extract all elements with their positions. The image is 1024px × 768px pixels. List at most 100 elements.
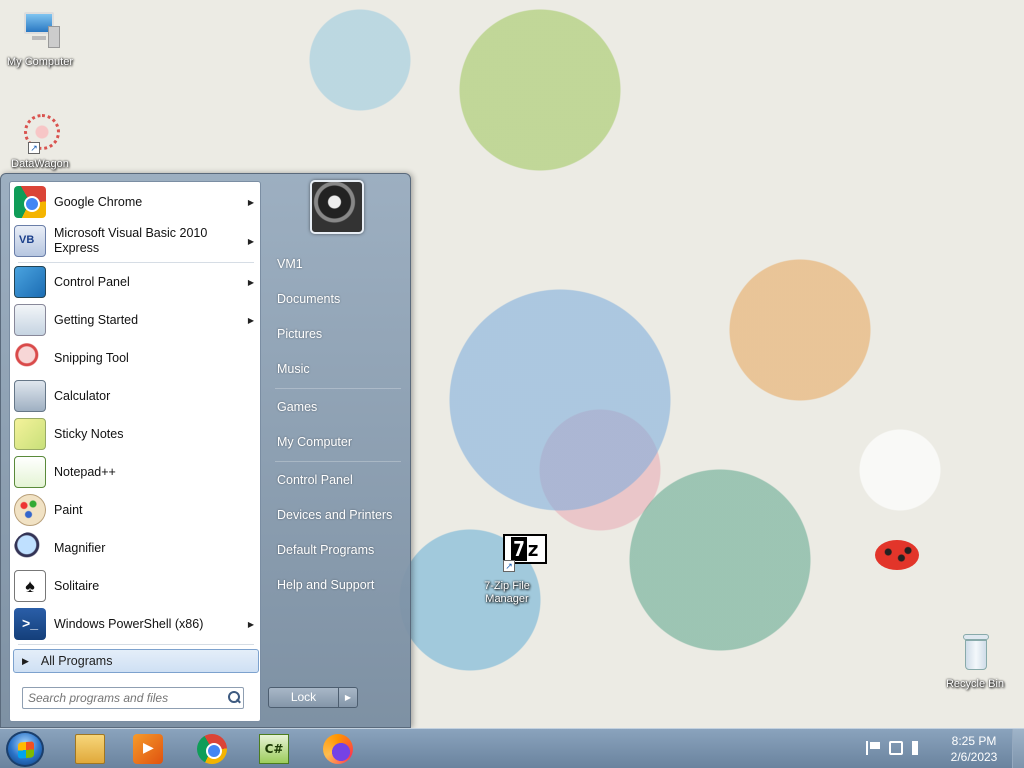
notepad-plus-plus-icon	[14, 456, 46, 488]
start-item-label: Solitaire	[54, 578, 100, 593]
start-link-default-programs[interactable]: Default Programs	[277, 543, 374, 557]
user-avatar[interactable]	[310, 180, 364, 234]
ladybug-decoration	[875, 540, 919, 570]
taskbar: ▶ C# 8:25 PM 2/6/2023	[0, 728, 1024, 768]
desktop-icon-my-computer[interactable]: My Computer	[0, 10, 80, 69]
calculator-icon	[14, 380, 46, 412]
start-item-calculator[interactable]: Calculator	[12, 378, 258, 414]
start-item-label: Calculator	[54, 388, 111, 403]
start-search-box[interactable]	[22, 687, 244, 709]
start-link-help-support[interactable]: Help and Support	[277, 578, 374, 592]
start-link-my-computer[interactable]: My Computer	[277, 435, 352, 449]
start-item-label: Control Panel	[54, 274, 130, 289]
start-menu: Google Chrome ▶ VB Microsoft Visual Basi…	[0, 173, 411, 728]
csharp-icon: C#	[259, 734, 289, 764]
search-input[interactable]	[28, 691, 225, 705]
scissors-icon	[14, 342, 46, 374]
start-item-control-panel[interactable]: Control Panel ▶	[12, 264, 258, 300]
start-item-solitaire[interactable]: ♠ Solitaire	[12, 568, 258, 604]
start-item-powershell[interactable]: >_ Windows PowerShell (x86) ▶	[12, 606, 258, 642]
start-item-label: Paint	[54, 502, 83, 517]
clock-date: 2/6/2023	[950, 750, 998, 764]
clock-time: 8:25 PM	[951, 734, 997, 748]
start-link-documents[interactable]: Documents	[277, 292, 340, 306]
taskbar-windows-explorer[interactable]	[66, 731, 114, 767]
media-player-icon: ▶	[133, 734, 163, 764]
powershell-icon: >_	[14, 608, 46, 640]
start-link-user[interactable]: VM1	[277, 257, 303, 271]
taskbar-visual-csharp[interactable]: C#	[250, 731, 298, 767]
start-item-notepad-plus-plus[interactable]: Notepad++	[12, 454, 258, 490]
desktop-icon-label: My Computer	[6, 56, 74, 68]
taskbar-firefox[interactable]	[314, 731, 362, 767]
shutdown-options-arrow-icon[interactable]: ▶	[339, 688, 357, 707]
system-tray	[866, 741, 936, 757]
start-item-label: Google Chrome	[54, 194, 143, 209]
start-link-control-panel[interactable]: Control Panel	[277, 473, 353, 487]
start-item-label: Windows PowerShell (x86)	[54, 616, 204, 631]
desktop-icon-label: DataWagon	[11, 158, 69, 170]
desktop-icon-label: Recycle Bin	[945, 678, 1005, 690]
playing-card-icon: ♠	[14, 570, 46, 602]
desktop-icon-recycle-bin[interactable]: Recycle Bin	[935, 632, 1015, 691]
7zip-icon: 7z ↗	[485, 534, 547, 578]
start-menu-places-pane: VM1 Documents Pictures Music Games My Co…	[263, 174, 411, 729]
submenu-arrow-icon[interactable]: ▶	[244, 278, 258, 287]
network-icon[interactable]	[889, 741, 903, 755]
search-icon[interactable]	[225, 689, 243, 707]
chrome-icon	[14, 186, 46, 218]
taskbar-media-player[interactable]: ▶	[124, 731, 172, 767]
submenu-arrow-icon[interactable]: ▶	[244, 237, 258, 246]
start-item-paint[interactable]: Paint	[12, 492, 258, 528]
windows-explorer-icon	[75, 734, 105, 764]
start-item-magnifier[interactable]: Magnifier	[12, 530, 258, 566]
lock-button-group: Lock ▶	[268, 687, 358, 708]
expand-arrow-icon: ▶	[22, 655, 29, 666]
computer-icon	[18, 10, 62, 54]
start-button[interactable]	[6, 731, 44, 767]
menu-divider	[18, 262, 254, 263]
start-link-pictures[interactable]: Pictures	[277, 327, 322, 341]
all-programs-label: All Programs	[40, 654, 113, 668]
start-item-label: Sticky Notes	[54, 426, 124, 441]
desktop-icon-7zip[interactable]: 7z ↗ 7-Zip File Manager	[467, 534, 547, 606]
start-link-games[interactable]: Games	[277, 400, 317, 414]
menu-divider	[18, 644, 254, 645]
start-menu-programs-pane: Google Chrome ▶ VB Microsoft Visual Basi…	[9, 181, 261, 722]
datawagon-icon: ↗	[18, 112, 62, 156]
submenu-arrow-icon[interactable]: ▶	[244, 316, 258, 325]
menu-divider	[275, 388, 401, 389]
control-panel-icon	[14, 266, 46, 298]
submenu-arrow-icon[interactable]: ▶	[244, 198, 258, 207]
start-item-sticky-notes[interactable]: Sticky Notes	[12, 416, 258, 452]
start-item-label: Notepad++	[54, 464, 116, 479]
desktop-icon-datawagon[interactable]: ↗ DataWagon	[0, 112, 80, 171]
start-link-devices-printers[interactable]: Devices and Printers	[277, 508, 392, 522]
submenu-arrow-icon[interactable]: ▶	[244, 620, 258, 629]
lock-button[interactable]: Lock	[269, 688, 339, 707]
volume-icon[interactable]	[912, 741, 926, 755]
start-link-music[interactable]: Music	[277, 362, 310, 376]
getting-started-icon	[14, 304, 46, 336]
paint-palette-icon	[14, 494, 46, 526]
action-center-flag-icon[interactable]	[866, 741, 880, 755]
chrome-icon	[197, 734, 227, 764]
start-item-getting-started[interactable]: Getting Started ▶	[12, 302, 258, 338]
taskbar-chrome[interactable]	[188, 731, 236, 767]
start-item-label: Magnifier	[54, 540, 106, 555]
start-item-visual-basic[interactable]: VB Microsoft Visual Basic 2010 Express ▶	[12, 222, 258, 260]
start-item-label: Getting Started	[54, 312, 139, 327]
all-programs-button[interactable]: ▶ All Programs	[13, 649, 259, 673]
firefox-icon	[323, 734, 353, 764]
start-item-google-chrome[interactable]: Google Chrome ▶	[12, 184, 258, 220]
sticky-notes-icon	[14, 418, 46, 450]
visual-basic-icon: VB	[14, 225, 46, 257]
start-item-label: Snipping Tool	[54, 350, 129, 365]
start-item-snipping-tool[interactable]: Snipping Tool	[12, 340, 258, 376]
magnifier-icon	[14, 532, 46, 564]
menu-divider	[275, 461, 401, 462]
show-desktop-button[interactable]	[1012, 729, 1024, 768]
system-clock[interactable]: 8:25 PM 2/6/2023	[944, 733, 1004, 765]
start-item-label: Microsoft Visual Basic 2010 Express	[54, 226, 208, 255]
desktop-icon-label: 7-Zip File Manager	[484, 580, 530, 605]
